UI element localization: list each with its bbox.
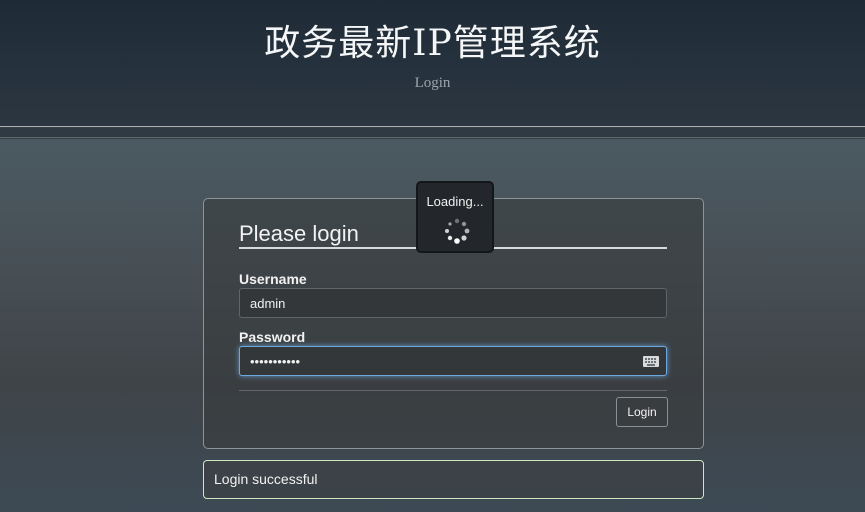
app-title: 政务最新IP管理系统 — [264, 23, 601, 64]
status-message: Login successful — [203, 460, 704, 499]
page-header: 政务最新IP管理系统 Login — [0, 0, 865, 127]
password-label: Password — [239, 329, 306, 345]
page-subtitle: Login — [414, 75, 451, 91]
loading-overlay: Loading... — [416, 181, 494, 253]
header-divider — [0, 128, 865, 138]
spinner-icon — [445, 218, 470, 244]
password-input[interactable] — [239, 346, 667, 376]
username-label: Username — [239, 271, 307, 287]
keyboard-icon[interactable] — [643, 356, 659, 367]
form-divider — [239, 390, 667, 391]
login-button[interactable]: Login — [616, 397, 668, 427]
loading-text: Loading... — [426, 194, 484, 209]
username-input[interactable] — [239, 288, 667, 318]
